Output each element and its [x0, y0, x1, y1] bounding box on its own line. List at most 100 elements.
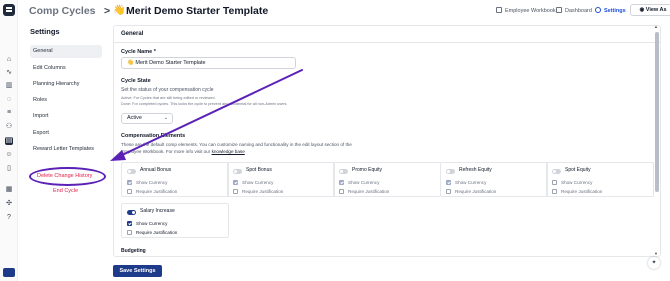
- show-currency-label: Show Currency: [561, 180, 593, 185]
- end-cycle-link[interactable]: End Cycle: [53, 188, 78, 194]
- refresh-equity-require-justification[interactable]: Require Justification: [446, 189, 496, 194]
- home-icon[interactable]: ⌂: [5, 56, 13, 64]
- scroll-up-icon[interactable]: ▲: [654, 24, 658, 29]
- checkbox-icon: [233, 189, 238, 194]
- settings-title: Settings: [30, 27, 60, 36]
- general-settings-panel: General Cycle Name * 👋 Merit Demo Starte…: [113, 25, 661, 257]
- view-as-button[interactable]: ◉ View As: [630, 4, 670, 16]
- sidebar-item-general[interactable]: General: [30, 45, 102, 58]
- nav-employee-workbook-label: Employee Workbook: [505, 8, 556, 14]
- sidebar-item-planning-hierarchy[interactable]: Planning Hierarchy: [30, 78, 102, 91]
- spot-equity-require-justification[interactable]: Require Justification: [552, 189, 602, 194]
- scrollbar-thumb[interactable]: [655, 32, 659, 192]
- knowledge-base-link[interactable]: knowledge base: [212, 149, 245, 154]
- nav-employee-workbook[interactable]: Employee Workbook: [496, 7, 556, 14]
- checkbox-icon: [127, 180, 132, 185]
- cycle-state-select[interactable]: Active ⌄: [121, 113, 173, 124]
- nav-settings[interactable]: Settings: [595, 7, 626, 14]
- promo-equity-show-currency[interactable]: Show Currency: [339, 180, 379, 185]
- cycle-state-note-done: Done: For completed cycles. This locks t…: [121, 102, 288, 106]
- workspace-icon[interactable]: [3, 268, 15, 277]
- cycle-state-label: Cycle State: [121, 78, 151, 84]
- element-card-salary-increase: Salary Increase Show Currency Require Ju…: [121, 203, 229, 238]
- annual-bonus-toggle[interactable]: [127, 169, 136, 174]
- top-bar: Comp Cycles > 👋 Merit Demo Starter Templ…: [18, 0, 670, 22]
- comp-elements-label: Compensation Elements: [121, 133, 186, 139]
- budgeting-label: Budgeting: [121, 248, 146, 254]
- refresh-equity-show-currency[interactable]: Show Currency: [446, 180, 486, 185]
- refresh-equity-toggle[interactable]: [446, 169, 455, 174]
- require-justification-label: Require Justification: [242, 189, 284, 194]
- section-title: General: [114, 26, 660, 43]
- checkbox-icon: [552, 189, 557, 194]
- chevron-down-icon: ⌄: [163, 115, 168, 121]
- sidebar-item-roles[interactable]: Roles: [30, 94, 102, 107]
- pulse-icon[interactable]: ∿: [5, 69, 13, 77]
- annual-bonus-show-currency[interactable]: Show Currency: [127, 180, 167, 185]
- help-icon[interactable]: ?: [5, 214, 13, 222]
- spot-bonus-toggle[interactable]: [233, 169, 242, 174]
- checkbox-icon: [233, 180, 238, 185]
- wave-emoji-icon: 👋: [113, 5, 126, 16]
- show-currency-label: Show Currency: [348, 180, 380, 185]
- element-card-spot-equity: Spot Equity Show Currency Require Justif…: [546, 162, 654, 197]
- promo-equity-title: Promo Equity: [352, 167, 383, 173]
- spot-equity-toggle[interactable]: [552, 169, 561, 174]
- app-logo-icon[interactable]: [3, 4, 15, 16]
- spot-bonus-title: Spot Bonus: [246, 167, 272, 173]
- checkbox-icon: [127, 189, 132, 194]
- sidebar-item-edit-columns[interactable]: Edit Columns: [30, 62, 102, 75]
- people-icon[interactable]: ☺: [5, 151, 13, 159]
- spot-bonus-require-justification[interactable]: Require Justification: [233, 189, 283, 194]
- workbook-icon: [496, 7, 502, 13]
- scroll-down-icon[interactable]: ▼: [654, 251, 658, 256]
- page-title: Merit Demo Starter Template: [126, 5, 269, 17]
- checkbox-icon: [127, 221, 132, 226]
- users-icon[interactable]: ⚇: [5, 123, 13, 131]
- require-justification-label: Require Justification: [136, 230, 178, 235]
- show-currency-label: Show Currency: [242, 180, 274, 185]
- icon-rail: ⌂ ∿ ▥ ◌ ≡ ⚇ ▤ ☺ ▯ ▦ ✣ ?: [0, 0, 18, 281]
- breadcrumb-parent[interactable]: Comp Cycles: [29, 5, 96, 17]
- refresh-equity-title: Refresh Equity: [459, 167, 492, 173]
- spot-equity-title: Spot Equity: [565, 167, 591, 173]
- view-as-label: View As: [645, 7, 667, 13]
- puzzle-icon[interactable]: ✣: [5, 200, 13, 208]
- checkbox-icon: [446, 180, 451, 185]
- grid-icon[interactable]: ▦: [5, 186, 13, 194]
- document-icon[interactable]: ▯: [5, 165, 13, 173]
- sidebar-item-reward-letter-templates[interactable]: Reward Letter Templates: [30, 143, 102, 156]
- checkbox-icon: [339, 189, 344, 194]
- cycle-state-note-active: Active: For Cycles that are still being …: [121, 96, 216, 100]
- cycle-name-input[interactable]: 👋 Merit Demo Starter Template: [121, 57, 296, 69]
- spot-equity-show-currency[interactable]: Show Currency: [552, 180, 592, 185]
- sidebar-item-import[interactable]: Import: [30, 110, 102, 123]
- salary-increase-toggle[interactable]: [127, 210, 136, 215]
- checkbox-icon: [552, 180, 557, 185]
- element-card-refresh-equity: Refresh Equity Show Currency Require Jus…: [440, 162, 548, 197]
- sidebar-item-export[interactable]: Export: [30, 127, 102, 140]
- lightbulb-icon[interactable]: ◌: [5, 96, 13, 104]
- show-currency-label: Show Currency: [136, 221, 168, 226]
- spot-bonus-show-currency[interactable]: Show Currency: [233, 180, 273, 185]
- breadcrumb-separator: >: [104, 5, 111, 17]
- database-icon[interactable]: ≡: [5, 109, 13, 117]
- show-currency-label: Show Currency: [136, 180, 168, 185]
- cycle-state-value: Active: [127, 115, 142, 121]
- salary-increase-require-justification[interactable]: Require Justification: [127, 230, 177, 235]
- require-justification-label: Require Justification: [348, 189, 390, 194]
- promo-equity-toggle[interactable]: [339, 169, 348, 174]
- sparkle-help-icon[interactable]: ✦: [648, 257, 660, 269]
- nav-dashboard[interactable]: Dashboard: [556, 7, 592, 14]
- comp-elements-description-2: Employee Workbook. For more info visit o…: [121, 149, 245, 154]
- comp-elements-description: These are the default comp elements. You…: [121, 142, 352, 147]
- salary-increase-show-currency[interactable]: Show Currency: [127, 221, 167, 226]
- chart-icon[interactable]: ▥: [5, 82, 13, 90]
- comp-cycles-icon[interactable]: ▤: [5, 137, 13, 145]
- save-settings-button[interactable]: Save Settings: [113, 265, 162, 277]
- annual-bonus-require-justification[interactable]: Require Justification: [127, 189, 177, 194]
- require-justification-label: Require Justification: [455, 189, 497, 194]
- promo-equity-require-justification[interactable]: Require Justification: [339, 189, 389, 194]
- dashboard-icon: [556, 7, 562, 13]
- annotation-circle: [29, 167, 106, 186]
